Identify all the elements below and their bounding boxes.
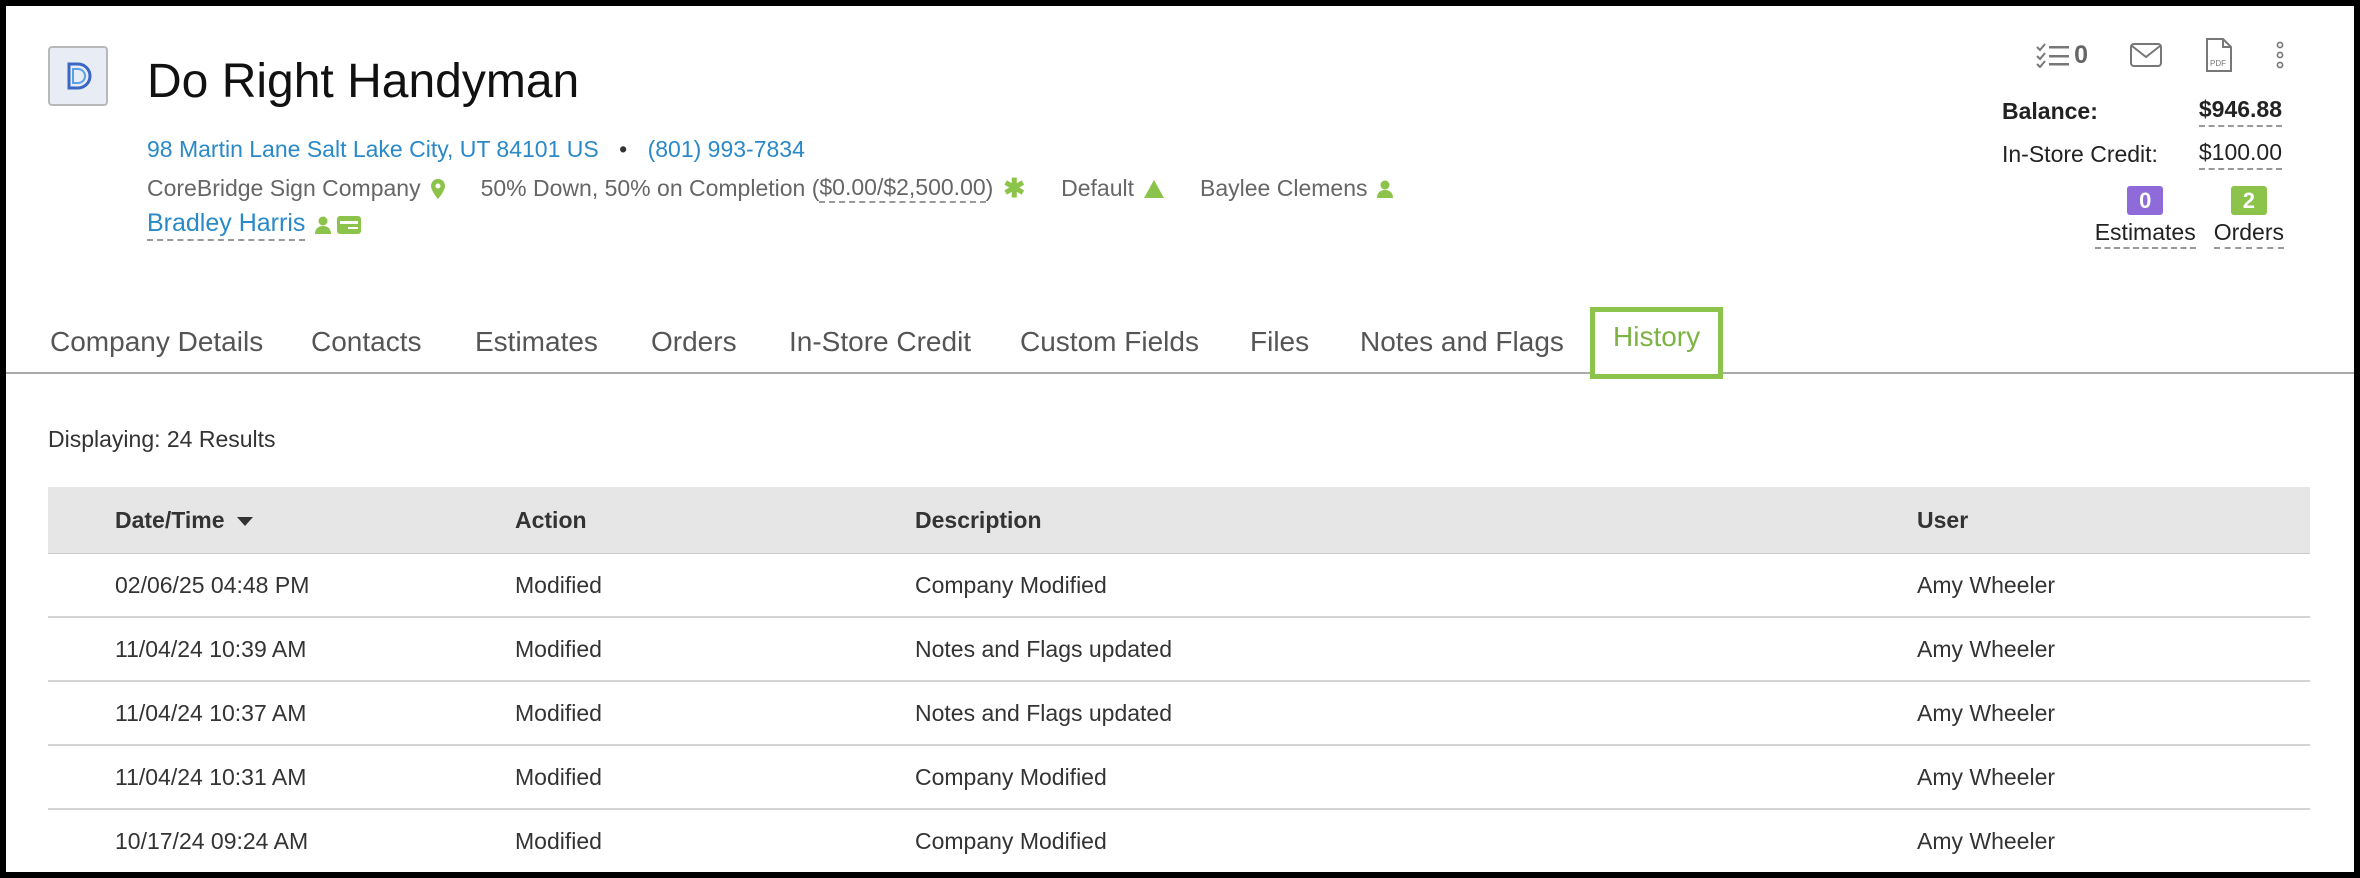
tasks-button[interactable]: 0 (2036, 41, 2088, 70)
orders-count[interactable]: 2 Orders (2213, 186, 2284, 249)
asterisk-icon: ✱ (1003, 173, 1026, 203)
person-icon (1377, 180, 1394, 198)
company-contact-line: 98 Martin Lane Salt Lake City, UT 84101 … (147, 136, 805, 163)
svg-text:PDF: PDF (2210, 59, 2226, 68)
pdf-icon[interactable]: PDF (2204, 38, 2234, 72)
table-row[interactable]: 11/04/24 10:31 AM Modified Company Modif… (48, 746, 2310, 810)
cell-description: Company Modified (915, 763, 1107, 790)
credit-value[interactable]: $100.00 (2198, 139, 2282, 170)
tax-label: Default (1061, 175, 1135, 201)
cell-user: Amy Wheeler (1917, 763, 2056, 790)
cell-description: Company Modified (915, 827, 1107, 854)
column-header-date-time[interactable]: Date/Time (48, 507, 448, 534)
salesperson-label: Baylee Clemens (1200, 175, 1368, 201)
location-item: CoreBridge Sign Company (147, 175, 445, 202)
orders-label: Orders (2213, 219, 2284, 249)
credit-label: In-Store Credit: (2002, 141, 2158, 167)
credit-row: In-Store Credit: $100.00 (2002, 139, 2282, 170)
balance-value[interactable]: $946.88 (2198, 96, 2282, 127)
cell-description: Notes and Flags updated (915, 635, 1173, 662)
tab-notes-and-flags[interactable]: Notes and Flags (1360, 312, 1564, 372)
balance-label: Balance: (2002, 98, 2098, 124)
cell-action: Modified (515, 827, 602, 854)
email-icon[interactable] (2130, 43, 2162, 67)
contact-card-icon (337, 216, 362, 234)
cell-date-time: 11/04/24 10:37 AM (115, 699, 307, 726)
tab-custom-fields[interactable]: Custom Fields (1020, 312, 1199, 372)
company-meta-line: CoreBridge Sign Company 50% Down, 50% on… (147, 173, 1429, 204)
table-row[interactable]: 11/04/24 10:37 AM Modified Notes and Fla… (48, 682, 2310, 746)
company-address-link[interactable]: 98 Martin Lane Salt Lake City, UT 84101 … (147, 136, 599, 162)
cell-user: Amy Wheeler (1917, 635, 2056, 662)
estimates-label: Estimates (2094, 219, 2196, 249)
tax-item: Default (1061, 175, 1165, 202)
cell-date-time: 11/04/24 10:39 AM (115, 635, 307, 662)
table-header: Date/Time Action Description User (48, 487, 2310, 554)
cell-user: Amy Wheeler (1917, 571, 2056, 598)
company-tabs: Company Details Contacts Estimates Order… (6, 304, 2354, 379)
balance-summary: Balance: $946.88 In-Store Credit: $100.0… (2002, 96, 2282, 182)
tab-history[interactable]: History (1590, 307, 1724, 379)
location-label: CoreBridge Sign Company (147, 175, 421, 201)
tab-estimates[interactable]: Estimates (475, 312, 598, 372)
tab-contacts[interactable]: Contacts (311, 312, 422, 372)
table-row[interactable]: 11/04/24 10:39 AM Modified Notes and Fla… (48, 618, 2310, 682)
sort-descending-icon (236, 516, 253, 526)
primary-contact-name[interactable]: Bradley Harris (147, 209, 306, 241)
orders-badge: 2 (2230, 186, 2267, 215)
table-row[interactable]: 10/17/24 09:24 AM Modified Company Modif… (48, 810, 2310, 872)
tasks-count: 0 (2074, 40, 2088, 69)
tab-orders[interactable]: Orders (651, 312, 737, 372)
cell-description: Notes and Flags updated (915, 699, 1173, 726)
triangle-icon (1144, 179, 1165, 198)
header-actions: 0 PDF (2036, 38, 2284, 72)
cell-action: Modified (515, 571, 602, 598)
balance-row: Balance: $946.88 (2002, 96, 2282, 127)
column-header-user[interactable]: User (1850, 507, 2310, 534)
company-name: Do Right Handyman (147, 55, 580, 108)
table-row[interactable]: 02/06/25 04:48 PM Modified Company Modif… (48, 554, 2310, 618)
payment-terms-item: 50% Down, 50% on Completion ($0.00/$2,50… (480, 173, 1026, 204)
map-pin-icon (430, 178, 445, 199)
company-page: Do Right Handyman 98 Martin Lane Salt La… (6, 6, 2354, 872)
tab-files[interactable]: Files (1250, 312, 1309, 372)
more-vertical-icon[interactable] (2276, 41, 2284, 69)
results-count: Displaying: 24 Results (48, 426, 276, 452)
payment-terms-amount[interactable]: $0.00/$2,500.00 (819, 174, 986, 203)
cell-user: Amy Wheeler (1917, 699, 2056, 726)
company-logo-icon (67, 62, 92, 90)
primary-contact-line: Bradley Harris (147, 209, 362, 241)
cell-action: Modified (515, 635, 602, 662)
salesperson-item: Baylee Clemens (1200, 175, 1394, 202)
record-counts: 0 Estimates 2 Orders (2094, 186, 2284, 249)
cell-action: Modified (515, 699, 602, 726)
payment-terms-close: ) (985, 175, 994, 201)
tab-in-store-credit[interactable]: In-Store Credit (789, 312, 971, 372)
tab-company-details[interactable]: Company Details (50, 312, 263, 372)
person-icon (315, 216, 332, 234)
payment-terms-label: 50% Down, 50% on Completion ( (480, 175, 820, 201)
cell-description: Company Modified (915, 571, 1107, 598)
column-header-action[interactable]: Action (448, 507, 848, 534)
cell-user: Amy Wheeler (1917, 827, 2056, 854)
checklist-icon (2036, 43, 2070, 68)
estimates-count[interactable]: 0 Estimates (2094, 186, 2196, 249)
cell-date-time: 11/04/24 10:31 AM (115, 763, 307, 790)
column-header-label: Date/Time (115, 506, 225, 533)
cell-date-time: 02/06/25 04:48 PM (115, 571, 310, 598)
history-table: Date/Time Action Description User 02/06/… (48, 487, 2310, 872)
estimates-badge: 0 (2127, 186, 2164, 215)
cell-action: Modified (515, 763, 602, 790)
separator-dot: • (619, 136, 628, 162)
cell-date-time: 10/17/24 09:24 AM (115, 827, 309, 854)
company-logo (48, 46, 108, 106)
company-phone-link[interactable]: (801) 993-7834 (648, 136, 805, 162)
column-header-description[interactable]: Description (848, 507, 1850, 534)
